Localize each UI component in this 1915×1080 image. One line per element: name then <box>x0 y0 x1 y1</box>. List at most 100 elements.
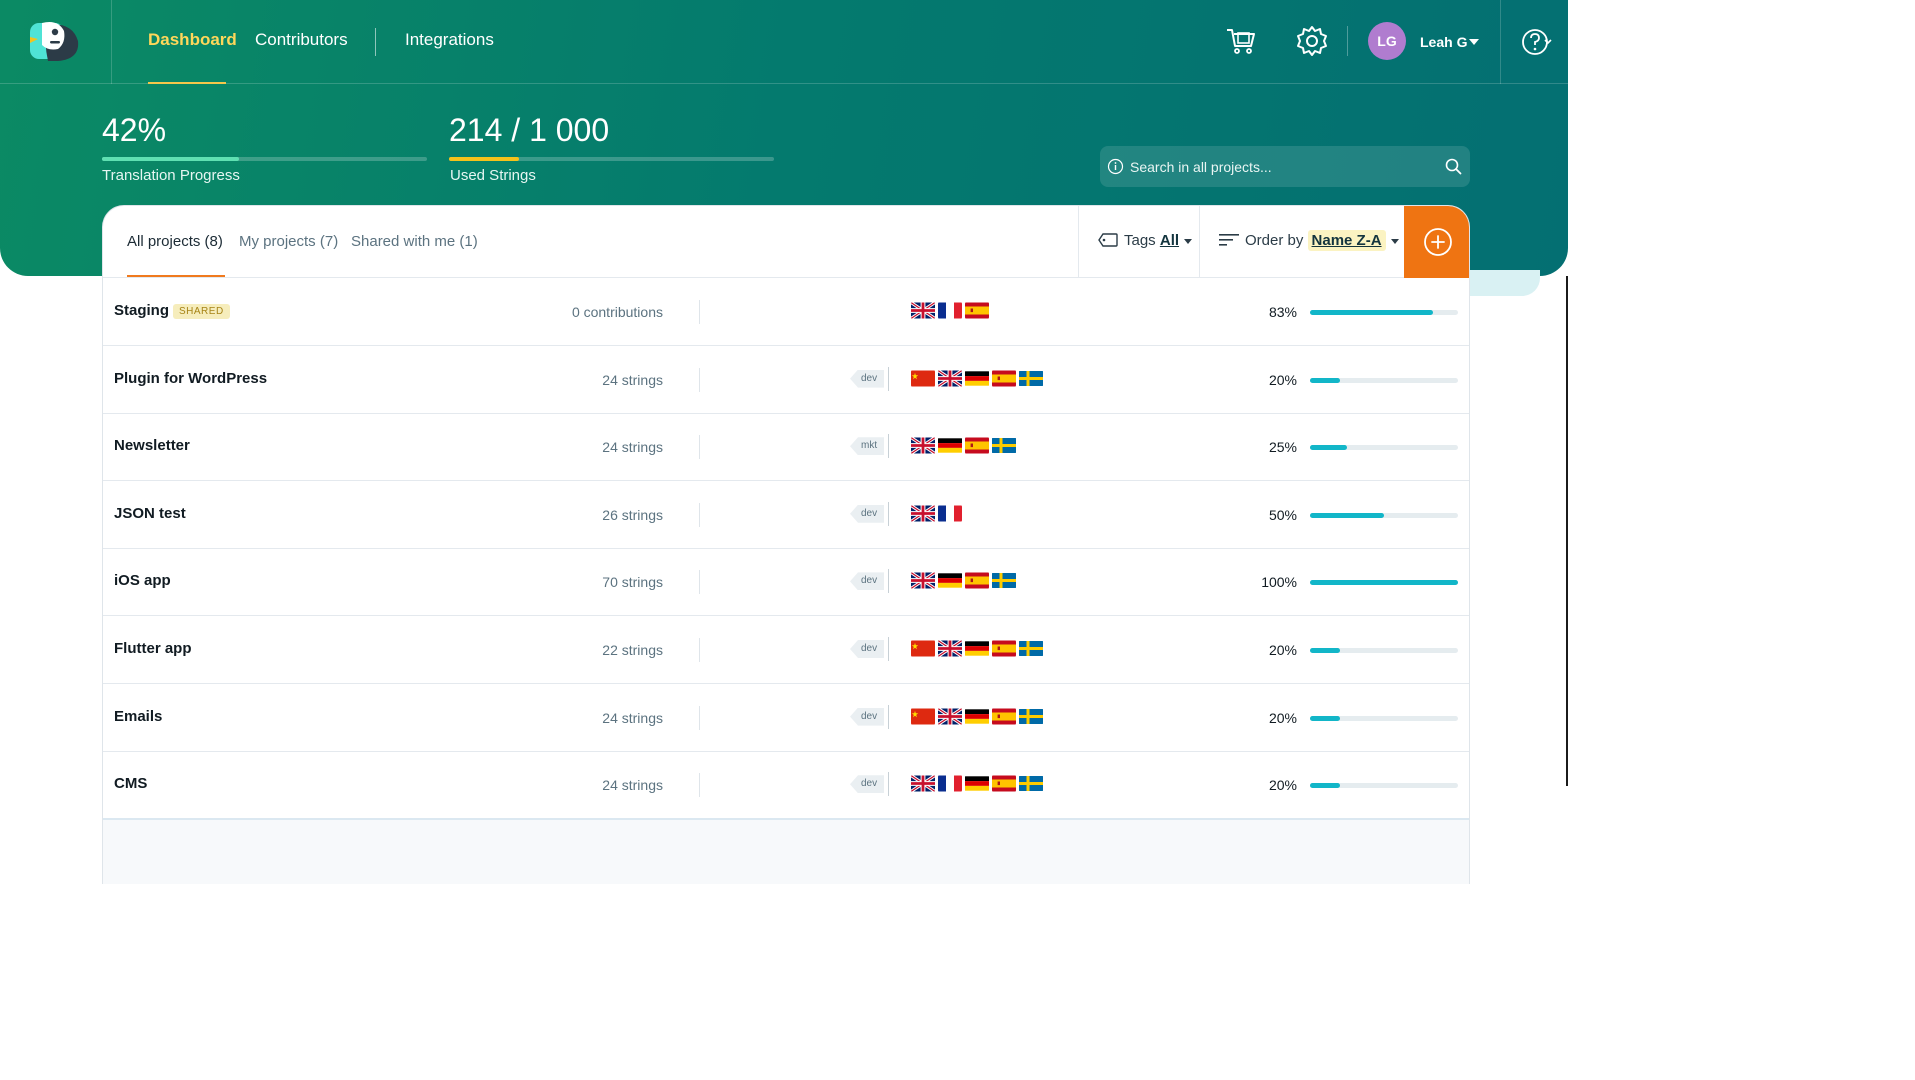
user-name-menu[interactable]: Leah G <box>1420 34 1467 50</box>
flag-se-icon <box>992 437 1016 454</box>
order-by-label: Order by <box>1245 232 1304 249</box>
search-icon[interactable] <box>1445 158 1462 175</box>
table-row[interactable]: Plugin for WordPress 24 strings dev 20% <box>103 346 1469 414</box>
tag-divider <box>888 569 889 594</box>
info-icon <box>1107 158 1124 175</box>
flag-es-icon <box>992 708 1016 725</box>
app-logo[interactable] <box>28 19 80 63</box>
project-string-count: 24 strings <box>602 777 663 794</box>
project-tag[interactable]: dev <box>850 707 885 726</box>
logo-container <box>0 0 112 84</box>
row-divider <box>699 367 700 392</box>
chevron-down-icon[interactable] <box>1469 39 1479 45</box>
language-flags <box>911 572 1016 590</box>
project-tag[interactable]: dev <box>850 504 885 523</box>
nav-divider <box>375 28 376 56</box>
project-string-count: 24 strings <box>602 439 663 456</box>
table-row[interactable]: Emails 24 strings dev 20% <box>103 684 1469 752</box>
chevron-down-icon[interactable] <box>1390 238 1399 244</box>
project-progress-bar <box>1310 310 1458 315</box>
table-row[interactable]: CMS 24 strings dev 20% <box>103 751 1469 820</box>
tags-filter-value[interactable]: All <box>1160 232 1179 249</box>
row-divider <box>699 705 700 730</box>
flag-de-icon <box>965 775 989 792</box>
project-tag[interactable]: dev <box>850 572 885 591</box>
project-name[interactable]: Plugin for WordPress <box>114 370 267 387</box>
row-divider <box>699 638 700 662</box>
table-row[interactable]: JSON test 26 strings dev 50% <box>103 481 1469 549</box>
table-row[interactable]: Staging SHARED 0 contributions 83% <box>103 278 1469 346</box>
table-row[interactable]: Newsletter 24 strings mkt 25% <box>103 413 1469 482</box>
project-name[interactable]: iOS app <box>114 572 171 589</box>
project-tag[interactable]: dev <box>850 369 885 388</box>
add-project-button[interactable] <box>1404 206 1469 278</box>
flag-es-icon <box>965 302 989 319</box>
row-divider <box>699 502 700 527</box>
project-tag[interactable]: dev <box>850 640 885 658</box>
project-progress-fill <box>1310 580 1458 586</box>
help-icon[interactable] <box>1521 26 1553 58</box>
language-flags <box>911 707 1043 725</box>
top-navigation-bar: Dashboard Contributors Integrations LG L… <box>0 0 1568 84</box>
chevron-down-icon[interactable] <box>1184 238 1193 244</box>
project-progress-percent: 20% <box>1268 371 1297 388</box>
project-progress-bar <box>1310 445 1458 451</box>
flag-se-icon <box>1019 708 1043 725</box>
sort-icon <box>1219 234 1239 246</box>
gear-icon[interactable] <box>1295 24 1329 58</box>
flag-gb-icon <box>938 369 962 387</box>
language-flags <box>911 775 1043 793</box>
row-divider <box>699 773 700 798</box>
project-name[interactable]: Staging SHARED <box>114 302 230 319</box>
nav-contributors[interactable]: Contributors <box>255 30 348 50</box>
nav-dashboard[interactable]: Dashboard <box>148 30 237 50</box>
flag-gb-icon <box>911 437 935 455</box>
project-progress-percent: 20% <box>1268 777 1297 794</box>
topbar-divider <box>1347 26 1348 56</box>
project-progress-bar <box>1310 715 1458 721</box>
project-progress-percent: 25% <box>1268 439 1297 456</box>
tag-divider <box>888 366 889 391</box>
avatar[interactable]: LG <box>1368 22 1406 60</box>
project-name[interactable]: JSON test <box>114 505 186 522</box>
project-string-count: 24 strings <box>602 371 663 388</box>
project-name[interactable]: Flutter app <box>114 640 192 657</box>
flag-se-icon <box>1019 775 1043 792</box>
project-tag[interactable]: mkt <box>850 437 885 456</box>
projects-header: All projects (8) My projects (7) Shared … <box>103 206 1469 278</box>
flag-cn-icon <box>911 708 935 725</box>
flag-fr-icon <box>938 505 962 522</box>
cart-icon[interactable] <box>1224 24 1258 58</box>
project-name[interactable]: Emails <box>114 708 162 725</box>
search-input[interactable] <box>1130 146 1440 187</box>
table-row[interactable]: iOS app 70 strings dev 100% <box>103 548 1469 617</box>
project-progress-bar <box>1310 783 1458 789</box>
table-row[interactable]: Flutter app 22 strings dev 20% <box>103 616 1469 684</box>
flag-es-icon <box>992 640 1016 657</box>
language-flags <box>911 369 1043 387</box>
used-strings-bar <box>449 157 774 161</box>
project-name[interactable]: CMS <box>114 775 147 792</box>
nav-integrations[interactable]: Integrations <box>405 30 494 50</box>
tag-divider <box>888 501 889 526</box>
translation-progress-label: Translation Progress <box>102 167 240 184</box>
tag-icon <box>1098 233 1118 247</box>
flag-gb-icon <box>911 504 935 522</box>
tags-filter[interactable]: Tags All <box>1098 232 1193 249</box>
tab-my-projects[interactable]: My projects (7) <box>239 233 338 250</box>
order-by-filter[interactable]: Order by Name Z-A <box>1219 230 1399 251</box>
flag-gb-icon <box>938 640 962 657</box>
translation-progress-bar <box>102 157 427 161</box>
tab-shared-with-me[interactable]: Shared with me (1) <box>351 233 478 250</box>
row-divider <box>699 300 700 324</box>
project-tag[interactable]: dev <box>850 775 885 794</box>
tab-all-projects[interactable]: All projects (8) <box>127 233 223 250</box>
projects-footer <box>103 818 1469 884</box>
order-by-value[interactable]: Name Z-A <box>1312 232 1382 249</box>
flag-fr-icon <box>938 775 962 792</box>
page-edge-line <box>1566 276 1568 786</box>
flag-de-icon <box>938 437 962 454</box>
project-name[interactable]: Newsletter <box>114 437 190 454</box>
flag-gb-icon <box>911 302 935 319</box>
tag-divider <box>888 434 889 459</box>
